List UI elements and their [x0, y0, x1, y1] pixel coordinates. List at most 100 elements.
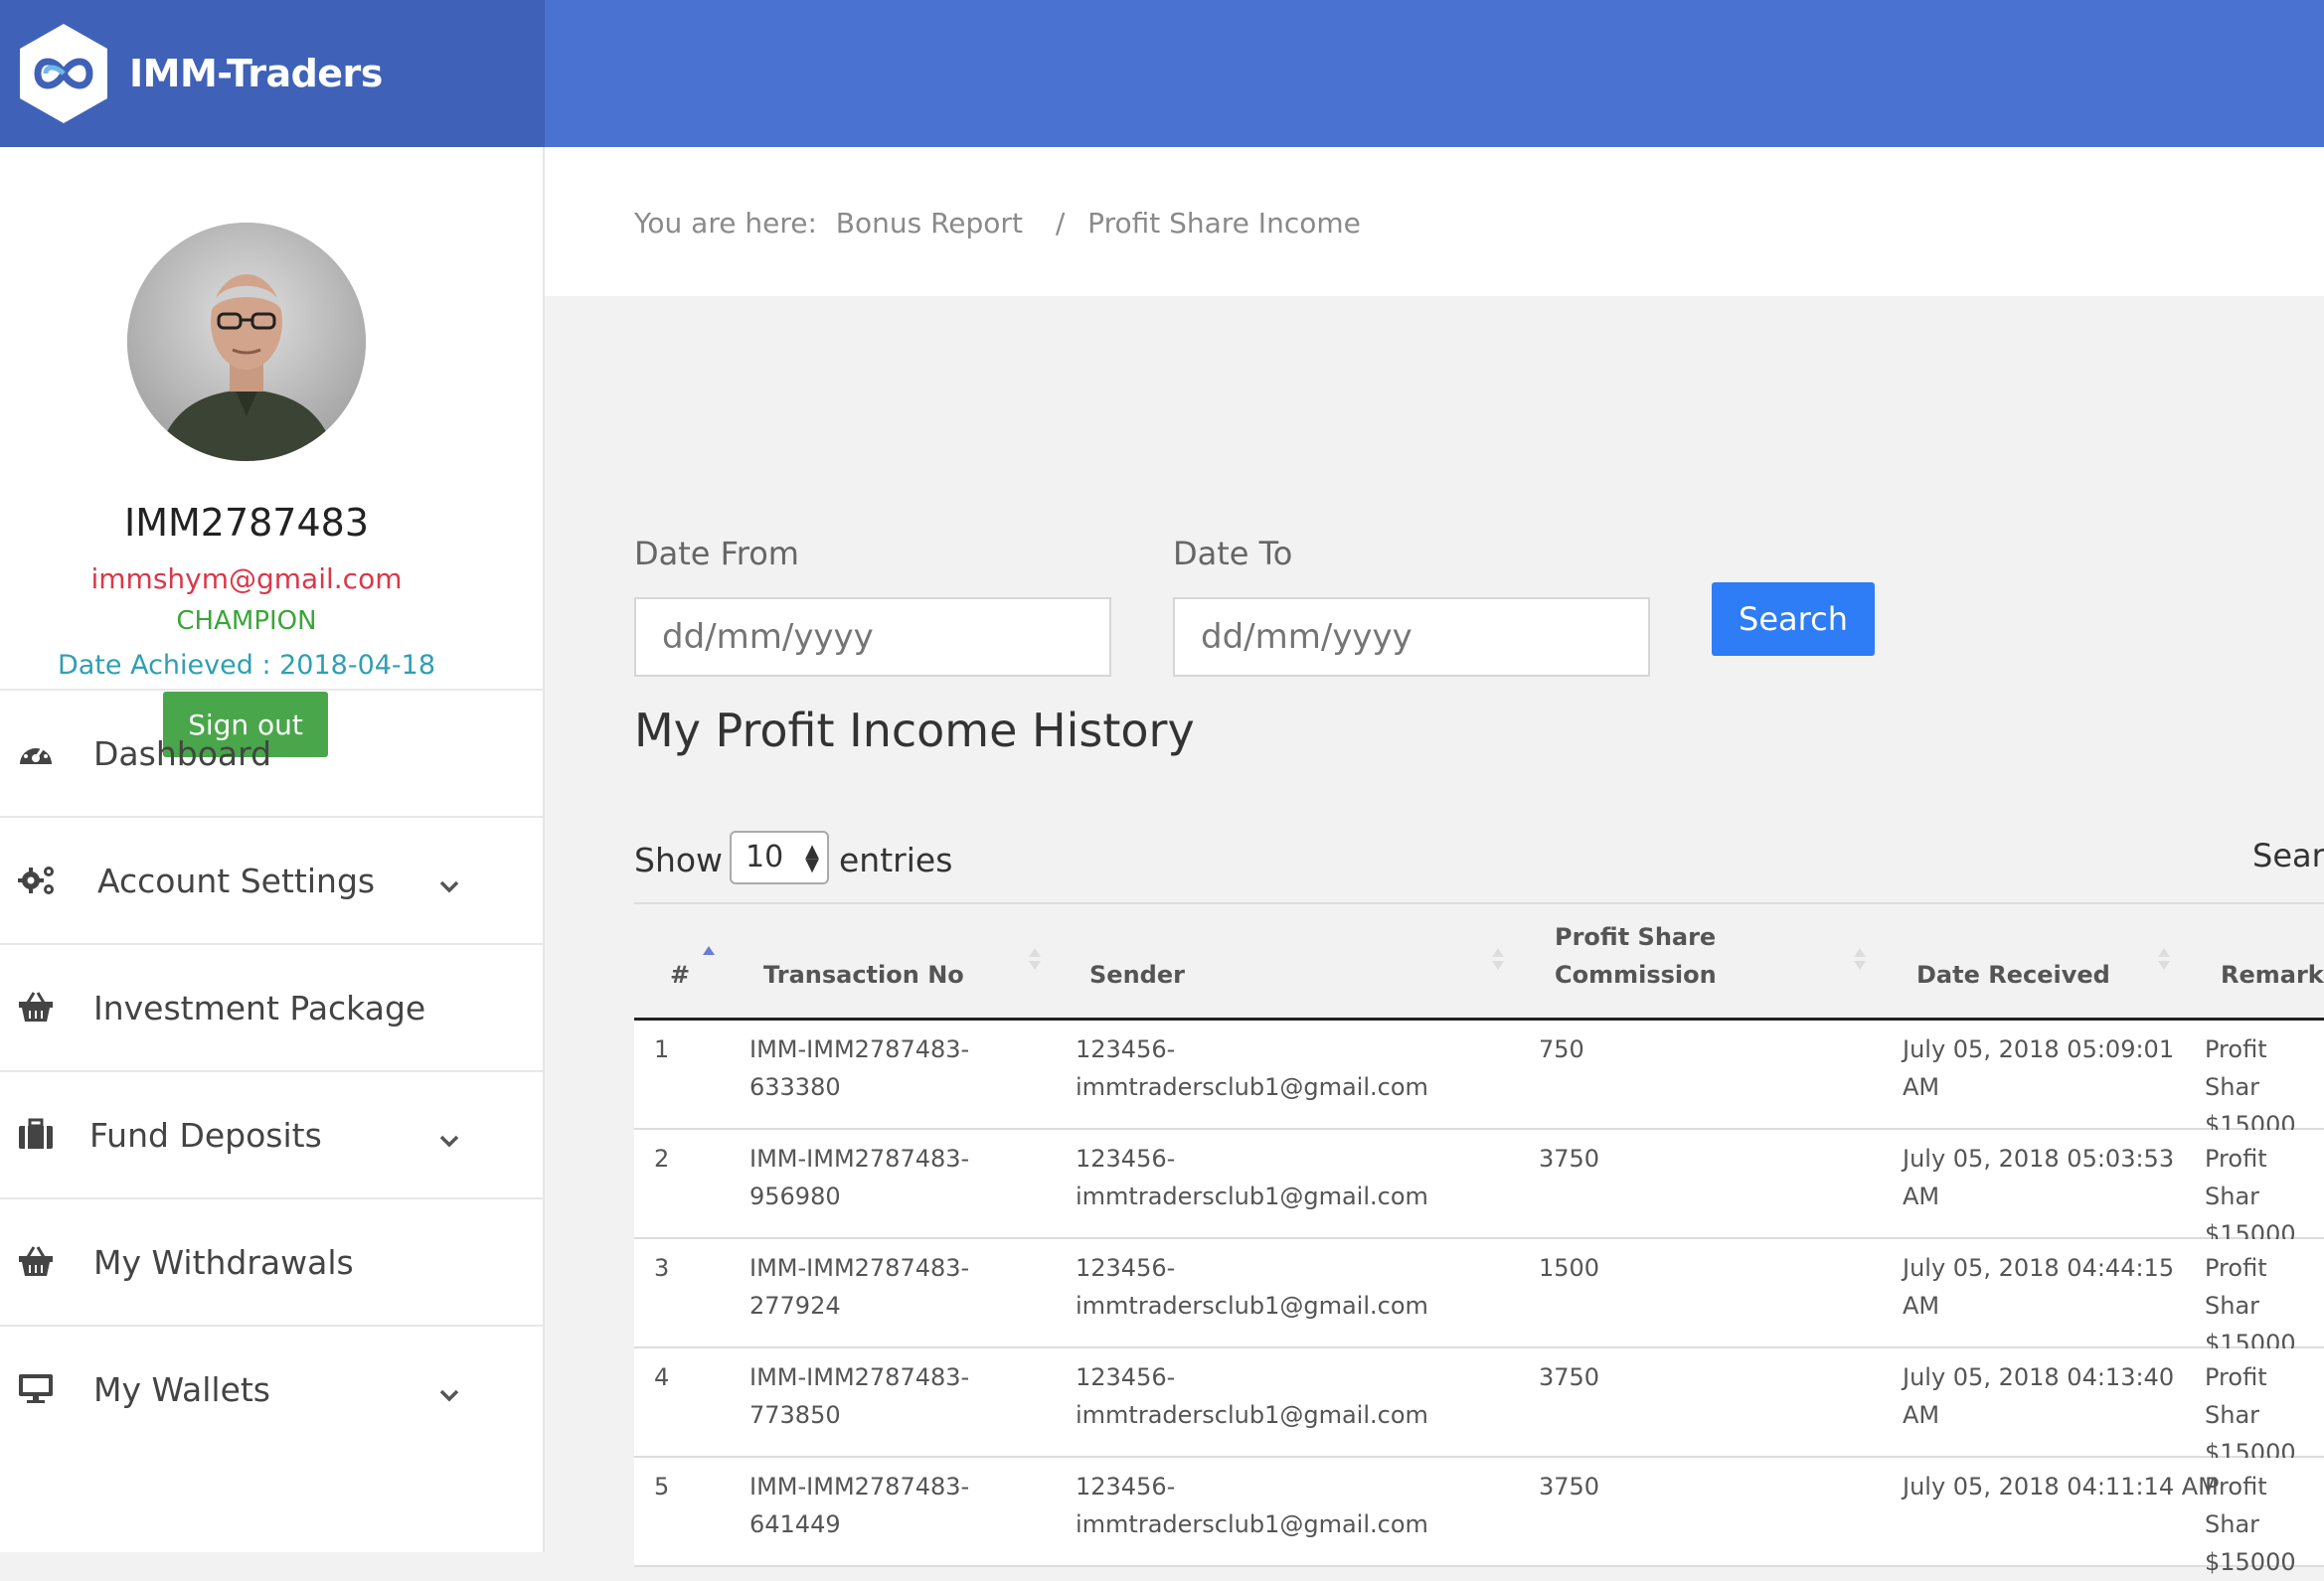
cell-text: July 05, 2018 05:09:01 [1903, 1035, 2175, 1063]
col-header-num[interactable]: # [670, 956, 690, 994]
cell-commission: 1500 [1539, 1254, 1600, 1282]
table-row: 4 IMM-IMM2787483- 773850 123456- immtrader… [634, 1348, 2324, 1467]
cell-remarks: Profit Shar $15000 [2205, 1249, 2324, 1362]
sidebar-item-label: My Wallets [93, 1370, 271, 1409]
monitor-icon [18, 1372, 54, 1404]
cell-text: 277924 [749, 1292, 841, 1320]
cell-num: 1 [654, 1035, 670, 1063]
breadcrumb-separator: / [1055, 207, 1066, 239]
cell-text: immtradersclub1@gmail.com [1076, 1292, 1428, 1320]
cell-text: IMM-IMM2787483- [749, 1145, 970, 1173]
cell-text: 123456- [1076, 1145, 1176, 1173]
briefcase-icon [18, 1118, 54, 1150]
col-header-transaction-no[interactable]: Transaction No [763, 956, 964, 994]
cell-remarks: Profit Shar $15000 [2205, 1030, 2324, 1144]
cell-text: Profit Shar [2205, 1473, 2267, 1538]
col-header-commission[interactable]: Profit Share Commission [1555, 918, 1717, 994]
cell-date-received: July 05, 2018 05:09:01 AM [1903, 1030, 2174, 1106]
cell-sender: 123456- immtradersclub1@gmail.com [1076, 1358, 1428, 1434]
table-row: 3 IMM-IMM2787483- 277924 123456- immtrader… [634, 1239, 2324, 1357]
breadcrumb-prefix: You are here: [634, 207, 817, 239]
entries-select[interactable]: 10 ▲ ▼ [730, 831, 829, 884]
basket-icon [18, 1245, 54, 1277]
chevron-down-icon[interactable] [437, 1122, 461, 1148]
cell-commission: 3750 [1539, 1363, 1600, 1391]
cell-text: immtradersclub1@gmail.com [1076, 1183, 1428, 1210]
cell-commission: 3750 [1539, 1145, 1600, 1173]
sidebar-item-account-settings[interactable]: Account Settings [0, 816, 543, 943]
chevron-down-icon[interactable] [437, 1376, 461, 1402]
sidebar-item-my-withdrawals[interactable]: My Withdrawals [0, 1197, 543, 1325]
cell-transaction-no: IMM-IMM2787483- 633380 [749, 1030, 969, 1106]
cell-sender: 123456- immtradersclub1@gmail.com [1076, 1468, 1428, 1543]
cell-num: 3 [654, 1254, 670, 1282]
cell-text: July 05, 2018 04:44:15 [1903, 1254, 2175, 1282]
sidebar-item-dashboard[interactable]: Dashboard [0, 689, 543, 816]
sidebar-item-investment-package[interactable]: Investment Package [0, 943, 543, 1070]
search-button[interactable]: Search [1712, 582, 1875, 656]
brand-bar: IMM-Traders [0, 0, 545, 147]
chevron-down-icon[interactable] [437, 868, 461, 893]
gears-icon [18, 864, 54, 895]
cell-text: IMM-IMM2787483- [749, 1035, 970, 1063]
cell-text: IMM-IMM2787483- [749, 1473, 970, 1501]
table-header: # Transaction No Sender Profit Share Com… [634, 906, 2324, 1021]
sidebar-item-label: Dashboard [93, 734, 272, 773]
cell-text: immtradersclub1@gmail.com [1076, 1510, 1428, 1538]
cell-text: July 05, 2018 05:03:53 [1903, 1145, 2175, 1173]
cell-text: IMM-IMM2787483- [749, 1363, 970, 1391]
sort-icon[interactable] [1853, 946, 1867, 972]
breadcrumb-item-bonus-report[interactable]: Bonus Report [836, 207, 1023, 239]
cell-remarks: Profit Shar $15000 [2205, 1468, 2324, 1581]
cell-sender: 123456- immtradersclub1@gmail.com [1076, 1249, 1428, 1325]
sort-asc-icon[interactable] [702, 944, 716, 970]
cell-transaction-no: IMM-IMM2787483- 641449 [749, 1468, 969, 1543]
cell-text: 956980 [749, 1183, 841, 1210]
cell-text: Profit Shar [2205, 1363, 2267, 1429]
cell-transaction-no: IMM-IMM2787483- 277924 [749, 1249, 969, 1325]
cell-sender: 123456- immtradersclub1@gmail.com [1076, 1030, 1428, 1106]
cell-sender: 123456- immtradersclub1@gmail.com [1076, 1140, 1428, 1215]
sidebar-item-my-wallets[interactable]: My Wallets [0, 1325, 543, 1452]
entries-select-value: 10 [746, 840, 784, 874]
col-header-sender[interactable]: Sender [1089, 956, 1185, 994]
select-arrows-icon: ▲ ▼ [805, 841, 819, 875]
cell-date-received: July 05, 2018 04:13:40 AM [1903, 1358, 2174, 1434]
date-to-label: Date To [1173, 535, 1293, 572]
sidebar-item-fund-deposits[interactable]: Fund Deposits [0, 1070, 543, 1197]
brand-name[interactable]: IMM-Traders [129, 52, 383, 95]
sidebar-nav: Dashboard Account Settings Investment Pa… [0, 689, 543, 1452]
sort-icon[interactable] [1028, 946, 1042, 972]
infinity-hexagon-logo-icon[interactable] [16, 22, 111, 125]
date-achieved: Date Achieved : 2018-04-18 [57, 650, 436, 681]
page-title: My Profit Income History [634, 704, 1195, 757]
cell-text: AM [1903, 1073, 1940, 1101]
cell-date-received: July 05, 2018 04:11:14 AM [1903, 1468, 2219, 1505]
cell-num: 2 [654, 1145, 670, 1173]
cell-text: AM [1903, 1292, 1940, 1320]
sidebar-item-label: Fund Deposits [89, 1116, 322, 1155]
col-header-remarks[interactable]: Remarks [2221, 956, 2324, 994]
date-to-input[interactable] [1173, 597, 1650, 677]
table-search-label: Sear [2252, 837, 2324, 874]
date-from-label: Date From [634, 535, 799, 572]
date-from-input[interactable] [634, 597, 1111, 677]
col-header-date-received[interactable]: Date Received [1916, 956, 2110, 994]
cell-transaction-no: IMM-IMM2787483- 773850 [749, 1358, 969, 1434]
cell-text: 123456- [1076, 1254, 1176, 1282]
cell-text: 641449 [749, 1510, 841, 1538]
sort-icon[interactable] [1491, 946, 1505, 972]
sort-icon[interactable] [2157, 946, 2171, 972]
cell-text: 123456- [1076, 1473, 1176, 1501]
user-id: IMM2787483 [123, 501, 370, 545]
basket-icon [18, 991, 54, 1023]
cell-text: Profit Shar [2205, 1254, 2267, 1320]
top-bar [545, 0, 2324, 147]
breadcrumb-bar: You are here: Bonus Report / Profit Shar… [545, 147, 2324, 296]
cell-text: AM [1903, 1401, 1940, 1429]
sidebar-item-label: Account Settings [97, 862, 376, 900]
cell-transaction-no: IMM-IMM2787483- 956980 [749, 1140, 969, 1215]
breadcrumb-item-current: Profit Share Income [1087, 207, 1361, 239]
profit-history-table: # Transaction No Sender Profit Share Com… [634, 906, 2324, 1576]
col-header-commission-line1: Profit Share [1555, 923, 1717, 951]
